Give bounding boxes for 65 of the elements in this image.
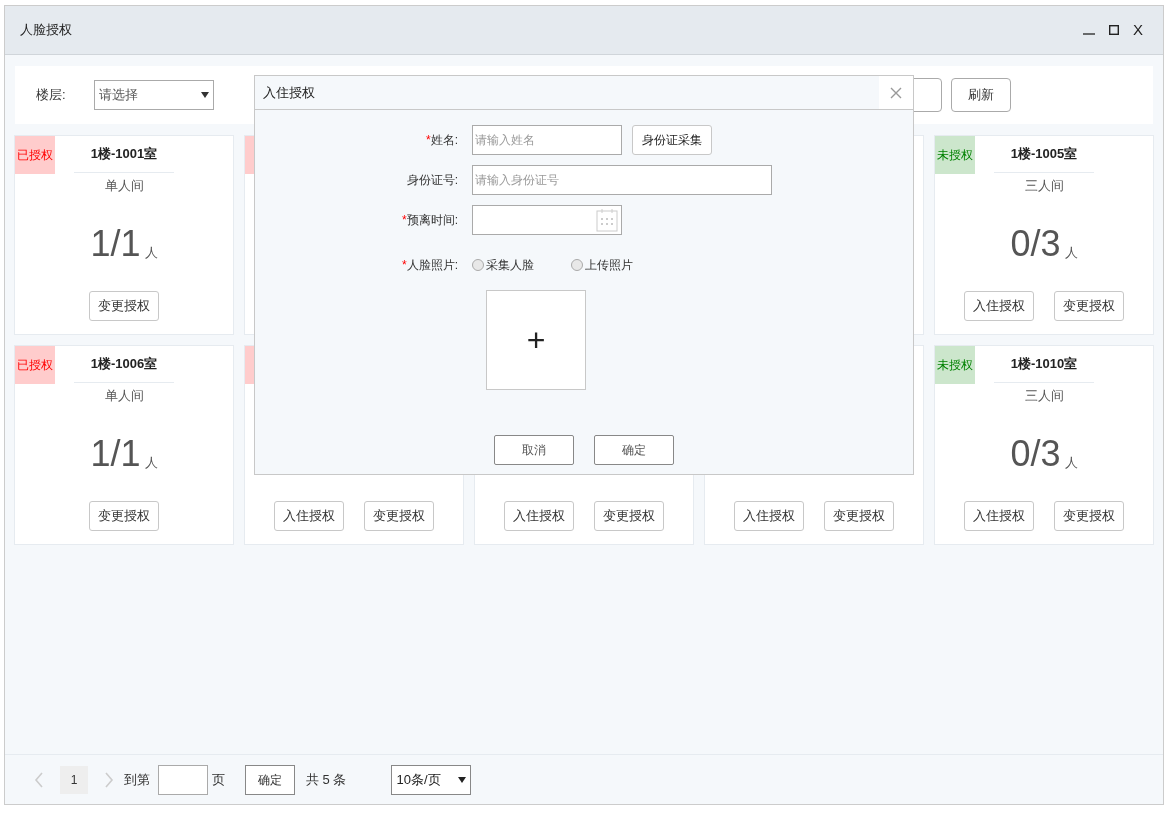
card-action-button[interactable]: 变更授权 [1054, 291, 1124, 321]
refresh-button[interactable]: 刷新 [951, 78, 1011, 112]
dialog-action-button[interactable]: 确定 [594, 435, 674, 465]
name-input[interactable]: 请输入姓名 [472, 125, 622, 155]
field-label: *姓名: [426, 132, 458, 149]
occupancy-unit: 人 [144, 243, 158, 262]
dropdown-arrow-icon [458, 776, 467, 783]
field-label: 身份证号: [406, 172, 458, 189]
occupancy-unit: 人 [1064, 243, 1078, 262]
room-title: 1楼-1006室 [90, 355, 158, 374]
room-type: 单人间 [104, 387, 144, 406]
room-title: 1楼-1010室 [1010, 355, 1078, 374]
floor-label: 楼层: [36, 86, 66, 105]
occupancy-count: 1/1 [90, 436, 141, 472]
next-page-icon[interactable] [103, 771, 115, 788]
room-title: 1楼-1001室 [90, 145, 158, 164]
card-action-button[interactable]: 入住授权 [964, 291, 1034, 321]
goto-label: 到第 [124, 770, 150, 789]
page-number[interactable]: 1 [60, 765, 88, 794]
id-card-capture-button[interactable]: 身份证采集 [632, 125, 712, 155]
occupancy-count: 0/3 [1010, 226, 1061, 262]
card-action-button[interactable]: 入住授权 [274, 501, 344, 531]
occupancy-unit: 人 [1064, 453, 1078, 472]
photo-source-radio[interactable]: 采集人脸 [472, 256, 534, 274]
window-title: 人脸授权 [20, 21, 72, 40]
page-input[interactable] [158, 764, 208, 795]
status-badge: 未授权 [935, 136, 975, 174]
room-title: 1楼-1005室 [1010, 145, 1078, 164]
card-action-button[interactable]: 变更授权 [594, 501, 664, 531]
calendar-icon [596, 208, 618, 232]
page-size-select[interactable]: 10条/页 [391, 764, 472, 795]
status-badge: 已授权 [15, 346, 55, 384]
total-count: 共 5 条 [306, 770, 347, 789]
dialog-title: 入住授权 [263, 83, 315, 102]
card-action-button[interactable]: 入住授权 [964, 501, 1034, 531]
occupancy-count: 0/3 [1010, 436, 1061, 472]
room-type: 三人间 [1024, 387, 1064, 406]
id-number-input[interactable]: 请输入身份证号 [472, 165, 772, 195]
field-label: *人脸照片: [402, 257, 458, 274]
field-label: *预离时间: [402, 212, 458, 229]
previous-page-icon[interactable] [33, 771, 45, 788]
occupancy-unit: 人 [144, 453, 158, 472]
photo-source-radio[interactable]: 上传照片 [571, 256, 633, 274]
room-type: 三人间 [1024, 177, 1064, 196]
maximize-icon[interactable] [1109, 25, 1119, 35]
close-icon[interactable] [890, 86, 902, 99]
card-action-button[interactable]: 变更授权 [89, 291, 159, 321]
card-action-button[interactable]: 变更授权 [824, 501, 894, 531]
floor-select[interactable]: 请选择 [93, 80, 214, 110]
card-action-button[interactable]: 变更授权 [364, 501, 434, 531]
card-action-button[interactable]: 入住授权 [504, 501, 574, 531]
goto-confirm-button[interactable]: 确定 [245, 764, 295, 795]
card-action-button[interactable]: 变更授权 [89, 501, 159, 531]
card-action-button[interactable]: 入住授权 [734, 501, 804, 531]
status-badge: 已授权 [15, 136, 55, 174]
date-input[interactable] [472, 205, 622, 235]
close-button[interactable]: X [1133, 18, 1143, 42]
dialog-action-button[interactable]: 取消 [494, 435, 574, 465]
status-badge: 未授权 [935, 346, 975, 384]
card-action-button[interactable]: 变更授权 [1054, 501, 1124, 531]
occupancy-count: 1/1 [90, 226, 141, 262]
room-type: 单人间 [104, 177, 144, 196]
photo-upload-button[interactable]: + [486, 290, 586, 390]
page-suffix: 页 [212, 770, 225, 789]
dropdown-arrow-icon [200, 92, 209, 98]
